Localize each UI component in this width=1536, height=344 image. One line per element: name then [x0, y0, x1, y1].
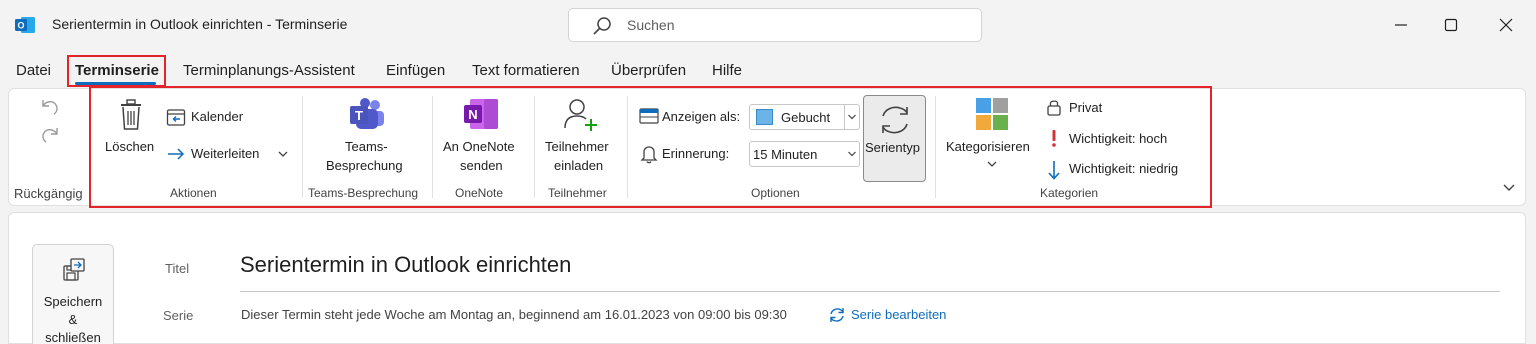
close-icon[interactable] — [1491, 10, 1521, 40]
tab-terminplanungs-assistent[interactable]: Terminplanungs-Assistent — [183, 62, 355, 79]
svg-text:O: O — [17, 21, 24, 31]
titel-label: Titel — [165, 261, 190, 276]
search-icon — [593, 17, 611, 35]
group-title-rueckgaengig: Rückgängig — [14, 186, 83, 201]
save-label: Speichern & schließen — [33, 293, 113, 344]
edit-series-icon — [830, 308, 844, 322]
highlight-frame-ribbon — [89, 86, 1212, 208]
title-bar: O Serientermin in Outlook einrichten - T… — [0, 0, 1536, 50]
save-label-line3: schließen — [45, 330, 101, 344]
ribbon-collapse-chevron-icon[interactable] — [1502, 182, 1516, 194]
maximize-icon[interactable] — [1436, 10, 1466, 40]
tab-text-formatieren[interactable]: Text formatieren — [472, 62, 580, 79]
outlook-app-icon: O — [15, 17, 35, 33]
tab-datei[interactable]: Datei — [16, 62, 51, 79]
titel-field[interactable]: Serientermin in Outlook einrichten — [240, 252, 571, 278]
undo-icon[interactable] — [38, 96, 62, 118]
window-title: Serientermin in Outlook einrichten - Ter… — [52, 16, 348, 32]
highlight-frame-tab — [67, 55, 166, 87]
save-label-line2: & — [68, 312, 78, 327]
serie-label: Serie — [163, 308, 194, 323]
search-placeholder: Suchen — [627, 17, 675, 33]
serie-bearbeiten-label: Serie bearbeiten — [851, 307, 947, 322]
titel-underline — [240, 291, 1500, 292]
appointment-form — [8, 212, 1526, 344]
minimize-icon[interactable] — [1386, 10, 1416, 40]
tab-hilfe[interactable]: Hilfe — [712, 62, 742, 79]
tab-ueberpruefen[interactable]: Überprüfen — [611, 62, 686, 79]
save-close-icon — [63, 258, 85, 281]
save-and-close-button[interactable]: Speichern & schließen — [32, 244, 114, 344]
search-box[interactable]: Suchen — [568, 8, 982, 42]
tab-einfuegen[interactable]: Einfügen — [386, 62, 445, 79]
serie-description: Dieser Termin steht jede Woche am Montag… — [241, 307, 787, 322]
redo-icon[interactable] — [38, 124, 62, 146]
save-label-line1: Speichern — [43, 294, 103, 309]
